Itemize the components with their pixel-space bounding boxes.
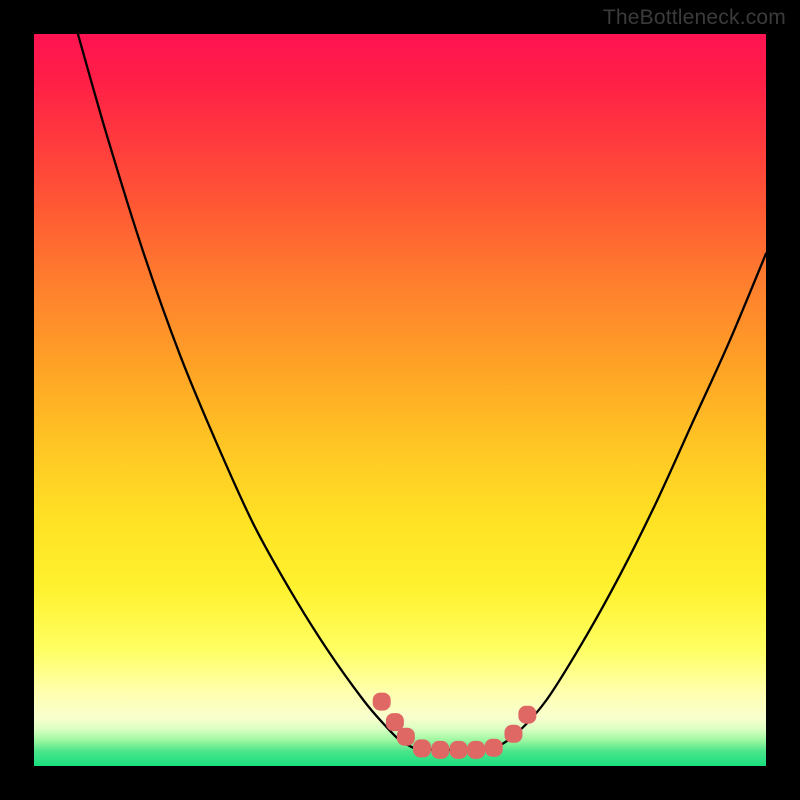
left-curve xyxy=(78,34,415,748)
highlight-marker xyxy=(431,741,449,759)
highlight-marker xyxy=(467,741,485,759)
highlight-marker xyxy=(386,713,404,731)
highlight-marker xyxy=(397,728,415,746)
right-curve xyxy=(495,254,766,749)
highlight-markers xyxy=(373,693,537,759)
highlight-marker xyxy=(373,693,391,711)
highlight-marker xyxy=(485,739,503,757)
plot-area xyxy=(34,34,766,766)
watermark-text: TheBottleneck.com xyxy=(603,6,786,30)
chart-frame: TheBottleneck.com xyxy=(0,0,800,800)
highlight-marker xyxy=(413,739,431,757)
highlight-marker xyxy=(504,725,522,743)
highlight-marker xyxy=(450,741,468,759)
highlight-marker xyxy=(518,706,536,724)
curve-layer xyxy=(34,34,766,766)
